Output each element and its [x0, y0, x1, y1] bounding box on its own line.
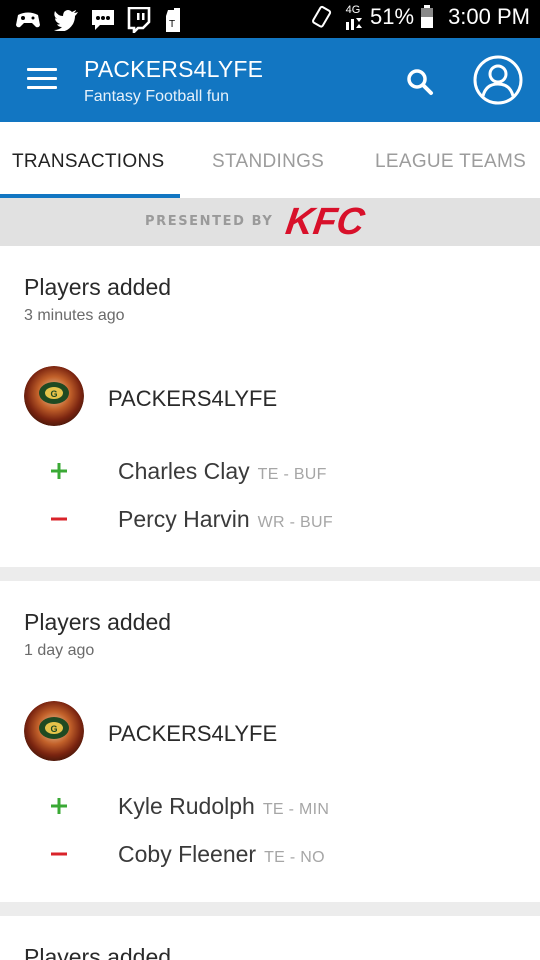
player-name: Kyle Rudolph [118, 793, 255, 819]
sponsor-banner[interactable]: PRESENTED BY KFC [0, 198, 540, 246]
search-icon [407, 69, 433, 95]
status-bar: T 4G 51% 3:00 PM [0, 0, 540, 38]
gamepad-icon [14, 9, 42, 31]
presented-by-label: PRESENTED BY [145, 214, 274, 229]
twitch-icon [127, 7, 151, 33]
transaction-card: Players added 3 minutes ago G PACKERS4LY… [0, 246, 540, 567]
status-bar-system: 4G 51% 3:00 PM [310, 4, 530, 30]
search-button[interactable] [404, 66, 436, 98]
add-icon [50, 462, 68, 480]
notification-icon: T [162, 6, 184, 34]
svg-text:G: G [50, 724, 57, 734]
tab-standings[interactable]: STANDINGS [212, 122, 324, 198]
team-avatar[interactable]: G [24, 701, 84, 761]
team-name[interactable]: PACKERS4LYFE [108, 386, 277, 412]
app-bar: PACKERS4LYFE Fantasy Football fun [0, 38, 540, 122]
svg-text:G: G [50, 389, 57, 399]
message-icon [90, 8, 116, 32]
profile-button[interactable] [472, 54, 524, 106]
twitter-icon [53, 9, 79, 31]
transaction-card: Players added [0, 916, 540, 960]
drop-icon [50, 845, 68, 863]
league-title: PACKERS4LYFE [84, 56, 264, 82]
menu-button[interactable] [27, 68, 57, 92]
battery-icon [420, 5, 434, 29]
clock: 3:00 PM [448, 4, 530, 29]
tab-transactions[interactable]: TRANSACTIONS [12, 122, 164, 198]
team-avatar[interactable]: G [24, 366, 84, 426]
player-position: TE - NO [264, 849, 325, 866]
kfc-logo: KFC [283, 201, 368, 243]
signal-icon [346, 17, 363, 30]
network-type: 4G [344, 3, 363, 30]
status-bar-notifications: T [14, 6, 184, 34]
transaction-title: Players added [24, 274, 172, 300]
profile-icon [473, 55, 523, 105]
menu-icon-bar [27, 86, 57, 89]
player-position: TE - BUF [257, 466, 327, 483]
player-position: WR - BUF [257, 514, 333, 531]
transaction-time: 3 minutes ago [24, 307, 125, 324]
menu-icon-bar [27, 68, 57, 71]
player-dropped[interactable]: Percy Harvin WR - BUF [118, 506, 333, 533]
player-name: Coby Fleener [118, 841, 257, 867]
team-logo-icon: G [24, 701, 84, 761]
battery-percent: 51% [370, 4, 415, 29]
player-added[interactable]: Kyle Rudolph TE - MIN [118, 793, 329, 820]
player-added[interactable]: Charles Clay TE - BUF [118, 458, 327, 485]
menu-icon-bar [27, 77, 57, 80]
league-subtitle: Fantasy Football fun [84, 88, 229, 105]
player-name: Percy Harvin [118, 506, 250, 532]
vibrate-icon [310, 4, 334, 30]
player-position: TE - MIN [262, 801, 330, 818]
tab-league-teams[interactable]: LEAGUE TEAMS [375, 122, 526, 198]
transaction-time: 1 day ago [24, 642, 95, 659]
network-label: 4G [345, 3, 361, 16]
team-name[interactable]: PACKERS4LYFE [108, 721, 277, 747]
team-logo-icon: G [24, 366, 84, 426]
transaction-title: Players added [24, 609, 172, 635]
transaction-card: Players added 1 day ago G PACKERS4LYFE K… [0, 581, 540, 902]
player-dropped[interactable]: Coby Fleener TE - NO [118, 841, 325, 868]
add-icon [50, 797, 68, 815]
tab-bar: TRANSACTIONS STANDINGS LEAGUE TEAMS [0, 122, 540, 198]
svg-text:T: T [169, 19, 175, 30]
drop-icon [50, 510, 68, 528]
transaction-title: Players added [24, 944, 172, 960]
player-name: Charles Clay [118, 458, 250, 484]
